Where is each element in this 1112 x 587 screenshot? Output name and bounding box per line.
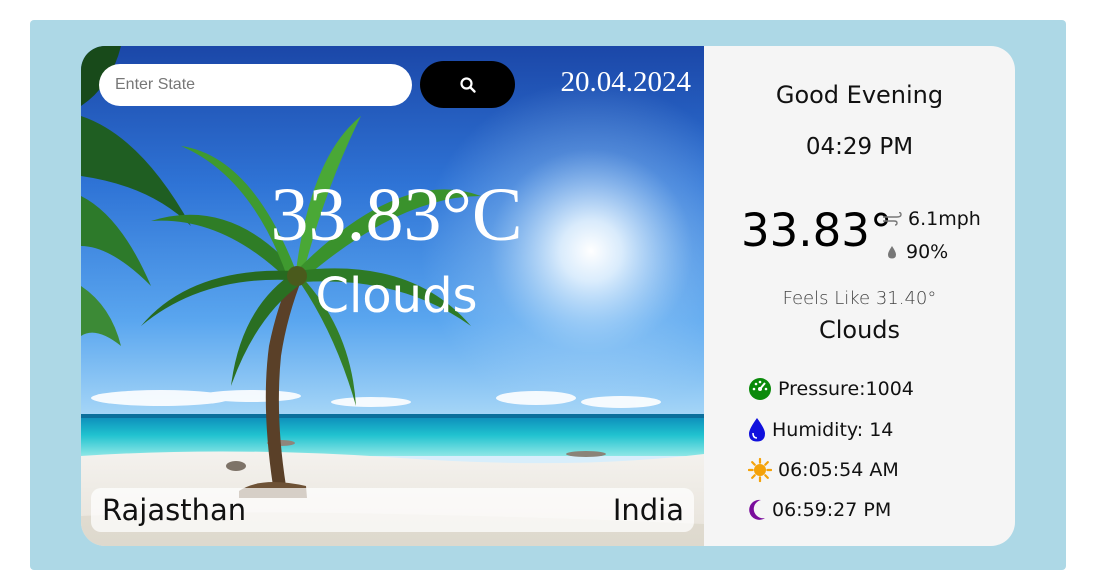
feels-like: Feels Like 31.40° bbox=[782, 288, 937, 309]
scene-panel: 20.04.2024 33.83°C Clouds Rajasthan Indi… bbox=[81, 46, 704, 546]
humidity-row: Humidity: 14 bbox=[748, 417, 893, 443]
precipitation-row: 90% bbox=[887, 241, 948, 263]
state-name: Rajasthan bbox=[102, 493, 247, 527]
temperature-value: 33.83° bbox=[741, 204, 893, 257]
search-input[interactable] bbox=[99, 64, 412, 106]
wind-icon bbox=[883, 212, 902, 226]
current-date: 20.04.2024 bbox=[560, 66, 692, 98]
sunset-moon-icon bbox=[748, 497, 766, 523]
sunrise-row: 06:05:54 AM bbox=[748, 457, 899, 483]
sunrise-time: 06:05:54 AM bbox=[778, 459, 899, 481]
country-name: India bbox=[612, 493, 684, 527]
pressure-label: Pressure:1004 bbox=[778, 378, 914, 400]
precipitation-value: 90% bbox=[906, 241, 949, 263]
hero-condition: Clouds bbox=[315, 268, 478, 324]
sunset-row: 06:59:27 PM bbox=[748, 497, 891, 523]
search-button[interactable] bbox=[420, 61, 515, 108]
hero-temperature: 33.83°C bbox=[270, 173, 523, 257]
location-bar: Rajasthan India bbox=[91, 488, 694, 532]
condition: Clouds bbox=[818, 316, 901, 344]
raindrop-icon bbox=[888, 245, 896, 258]
search-icon bbox=[459, 76, 476, 93]
weather-card: 20.04.2024 33.83°C Clouds Rajasthan Indi… bbox=[81, 46, 1015, 546]
sunset-time: 06:59:27 PM bbox=[772, 499, 892, 521]
greeting: Good Evening bbox=[775, 81, 944, 109]
sunrise-sun-icon bbox=[748, 457, 772, 483]
humidity-label: Humidity: 14 bbox=[772, 419, 894, 441]
humidity-drop-icon bbox=[748, 417, 766, 443]
wind-row: 6.1mph bbox=[882, 208, 981, 230]
pressure-row: Pressure:1004 bbox=[748, 376, 914, 402]
current-time: 04:29 PM bbox=[805, 134, 914, 160]
info-panel: Good Evening 04:29 PM 33.83° 6.1mph 90% … bbox=[704, 46, 1015, 546]
pressure-gauge-icon bbox=[748, 376, 772, 402]
wind-speed: 6.1mph bbox=[908, 208, 981, 230]
